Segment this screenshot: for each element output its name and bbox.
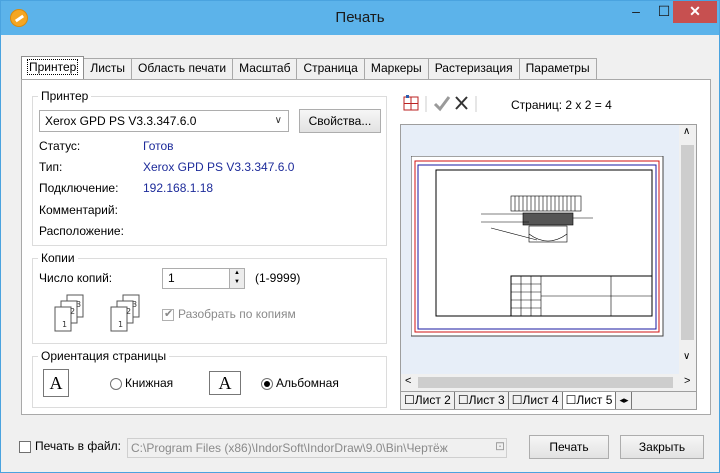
- pages-count-label: Страниц: 2 x 2 = 4: [511, 98, 612, 112]
- tab-bar: Принтер Листы Область печати Масштаб Стр…: [21, 56, 597, 79]
- landscape-radio-icon: [261, 377, 273, 390]
- sheet-tabs-scroll-icon[interactable]: ◂▸: [616, 392, 633, 409]
- print-to-file-label: Печать в файл:: [35, 439, 121, 453]
- type-label: Тип:: [39, 160, 63, 174]
- status-value: Готов: [143, 139, 174, 153]
- tab-parameters[interactable]: Параметры: [518, 58, 597, 79]
- copies-count-label: Число копий:: [39, 271, 113, 285]
- printer-select[interactable]: Xerox GPD PS V3.3.347.6.0 ∨: [39, 110, 289, 132]
- tab-rasterization[interactable]: Растеризация: [427, 58, 520, 79]
- print-to-file-checkbox[interactable]: Печать в файл:: [19, 439, 121, 453]
- portrait-label: Книжная: [125, 376, 174, 390]
- sheet-tab-2[interactable]: ☐Лист 2: [401, 392, 455, 409]
- copies-range-hint: (1-9999): [255, 271, 301, 285]
- printer-select-value: Xerox GPD PS V3.3.347.6.0: [45, 114, 197, 128]
- svg-text:2: 2: [70, 307, 75, 316]
- sheet-tabs: ☐Лист 2 ☐Лист 3 ☐Лист 4 ☐Лист 5 ◂▸: [401, 391, 696, 409]
- copies-count-value: 1: [168, 271, 175, 285]
- title-bar[interactable]: Печать – ☐ ✕: [1, 1, 719, 35]
- properties-button[interactable]: Свойства...: [299, 109, 381, 133]
- scroll-left-icon[interactable]: <: [405, 375, 411, 387]
- landscape-label: Альбомная: [276, 376, 339, 390]
- tab-panel-printer: Принтер Xerox GPD PS V3.3.347.6.0 ∨ Свой…: [21, 79, 711, 415]
- sheet-tab-3[interactable]: ☐Лист 3: [455, 392, 509, 409]
- svg-text:1: 1: [118, 320, 123, 329]
- collate-check-icon: [162, 307, 174, 321]
- vertical-scroll-thumb[interactable]: [681, 145, 694, 340]
- preview-drawing: [411, 156, 664, 337]
- horizontal-scroll-thumb[interactable]: [418, 377, 673, 388]
- svg-text:2: 2: [126, 307, 131, 316]
- collate-checkbox[interactable]: Разобрать по копиям: [162, 307, 296, 321]
- stepper-arrows-icon[interactable]: ▲ ▼: [229, 269, 244, 288]
- check-icon[interactable]: [433, 96, 451, 112]
- close-window-button[interactable]: ✕: [673, 1, 717, 23]
- preview-horizontal-scrollbar[interactable]: < >: [401, 374, 696, 391]
- browse-file-icon[interactable]: ⊡: [495, 439, 505, 453]
- orientation-group-label: Ориентация страницы: [38, 349, 170, 363]
- collate-pages-icon: 321 321: [54, 294, 140, 332]
- scroll-down-icon[interactable]: ∨: [683, 351, 690, 362]
- copies-stepper[interactable]: 1 ▲ ▼: [162, 268, 245, 289]
- print-button[interactable]: Печать: [529, 435, 609, 459]
- printer-group-label: Принтер: [38, 89, 92, 103]
- connection-label: Подключение:: [39, 181, 119, 195]
- tab-print-area[interactable]: Область печати: [131, 58, 234, 79]
- copies-group: Копии Число копий: 1 ▲ ▼ (1-9999) 321 321…: [32, 251, 387, 344]
- tab-page[interactable]: Страница: [296, 58, 365, 79]
- dialog-footer: Печать в файл: C:\Program Files (x86)\In…: [1, 415, 719, 472]
- svg-text:3: 3: [76, 300, 81, 309]
- printer-group: Принтер Xerox GPD PS V3.3.347.6.0 ∨ Свой…: [32, 89, 387, 246]
- copies-group-label: Копии: [38, 251, 78, 265]
- tab-sheets[interactable]: Листы: [83, 58, 133, 79]
- svg-text:3: 3: [132, 300, 137, 309]
- preview-vertical-scrollbar[interactable]: ∧ ∨: [679, 125, 696, 374]
- tab-printer[interactable]: Принтер: [21, 56, 85, 79]
- svg-text:1: 1: [62, 320, 67, 329]
- orientation-group: Ориентация страницы A Книжная A Альбомна…: [32, 349, 387, 408]
- comment-label: Комментарий:: [39, 203, 118, 217]
- print-to-file-check-icon: [19, 440, 31, 453]
- portrait-radio[interactable]: Книжная: [110, 376, 173, 390]
- close-button[interactable]: Закрыть: [620, 435, 704, 459]
- minimize-button[interactable]: –: [622, 1, 650, 23]
- connection-value: 192.168.1.18: [143, 181, 214, 195]
- sheet-tab-5[interactable]: ☐Лист 5: [562, 392, 617, 409]
- tab-markers[interactable]: Маркеры: [363, 58, 429, 79]
- type-value: Xerox GPD PS V3.3.347.6.0: [143, 160, 295, 174]
- landscape-radio[interactable]: Альбомная: [261, 376, 339, 390]
- grid-pages-icon[interactable]: [403, 95, 419, 111]
- landscape-page-icon: A: [209, 371, 241, 395]
- cross-icon[interactable]: [455, 96, 468, 110]
- scroll-up-icon[interactable]: ∧: [683, 126, 690, 137]
- collate-label: Разобрать по копиям: [178, 307, 296, 321]
- portrait-page-icon: A: [43, 369, 69, 397]
- file-path-field[interactable]: C:\Program Files (x86)\IndorSoft\IndorDr…: [127, 438, 507, 458]
- sheet-tab-4[interactable]: ☐Лист 4: [509, 392, 563, 409]
- print-dialog: Печать – ☐ ✕ Принтер Листы Область печат…: [0, 0, 720, 473]
- window-title: Печать: [335, 9, 385, 26]
- scroll-right-icon[interactable]: >: [684, 375, 690, 387]
- chevron-down-icon: ∨: [274, 115, 282, 126]
- preview-toolbar: [403, 95, 477, 112]
- tab-scale[interactable]: Масштаб: [232, 58, 298, 79]
- portrait-radio-icon: [110, 377, 122, 390]
- location-label: Расположение:: [39, 224, 124, 238]
- status-label: Статус:: [39, 139, 81, 153]
- print-preview[interactable]: ∧ ∨ < > ☐Лист 2 ☐Лист 3 ☐Лист 4 ☐Лист 5 …: [400, 124, 697, 410]
